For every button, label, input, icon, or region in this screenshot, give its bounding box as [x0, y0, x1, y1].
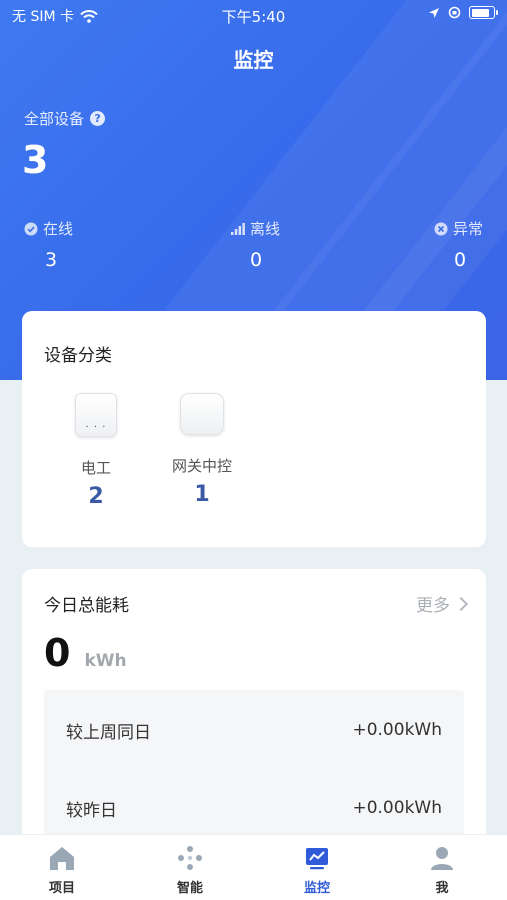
more-label: 更多 — [416, 596, 450, 616]
category-title: 设备分类 — [44, 346, 112, 366]
category-name: 网关中控 — [171, 457, 232, 475]
energy-title: 今日总能耗 — [44, 596, 129, 616]
help-icon[interactable]: ? — [90, 111, 106, 126]
tab-me[interactable]: 我 — [402, 843, 482, 896]
tab-label: 智能 — [176, 881, 203, 896]
online-label: 在线 — [43, 220, 74, 238]
energy-value: 0 — [44, 631, 71, 675]
error-circle-icon — [434, 222, 448, 235]
all-devices-label: 全部设备 — [24, 110, 85, 128]
category-name: 电工 — [80, 459, 111, 477]
chart-monitor-icon — [306, 848, 328, 870]
bottom-tab-bar: 项目 智能 监控 我 — [0, 834, 507, 900]
check-circle-icon — [24, 222, 38, 235]
category-count: 2 — [88, 484, 104, 509]
gateway-device-icon — [180, 393, 224, 435]
monitor-screen: 无 SIM 卡 下午5:40 监控 全部设备 ? 3 在线 3 离线 0 异常 … — [0, 0, 507, 900]
energy-unit: kWh — [84, 651, 127, 671]
signal-bars-icon — [231, 222, 245, 235]
all-devices-label-group: 全部设备 ? — [24, 108, 106, 129]
status-right-group — [428, 6, 498, 19]
tab-smart[interactable]: 智能 — [150, 843, 230, 896]
switch-device-icon — [75, 393, 117, 437]
battery-icon — [469, 6, 498, 19]
offline-count: 0 — [250, 249, 263, 271]
abnormal-count: 0 — [454, 249, 467, 271]
energy-total: 0 kWh — [44, 631, 127, 675]
home-icon — [50, 847, 74, 870]
abnormal-stat[interactable]: 异常 0 — [434, 218, 483, 271]
offline-label: 离线 — [250, 220, 281, 238]
smart-dots-icon — [178, 846, 202, 870]
category-item-gateway[interactable]: 网关中控 1 — [152, 393, 252, 507]
chevron-right-icon — [453, 596, 469, 611]
compare-label: 较上周同日 — [66, 722, 151, 743]
category-count: 1 — [194, 482, 210, 507]
compare-label: 较昨日 — [66, 800, 117, 821]
tab-label: 监控 — [303, 881, 330, 896]
more-link[interactable]: 更多 — [416, 591, 469, 616]
compare-value: +0.00kWh — [352, 798, 442, 818]
status-bar: 无 SIM 卡 下午5:40 — [0, 0, 507, 30]
online-count: 3 — [45, 249, 58, 271]
all-devices-count: 3 — [22, 138, 49, 182]
compare-row: 较昨日 +0.00kWh — [66, 793, 442, 823]
location-arrow-icon — [429, 7, 439, 18]
tab-label: 我 — [435, 881, 449, 896]
compare-row: 较上周同日 +0.00kWh — [66, 715, 442, 745]
tab-label: 项目 — [48, 881, 75, 896]
tab-monitor[interactable]: 监控 — [277, 843, 357, 896]
online-stat[interactable]: 在线 3 — [24, 218, 73, 271]
category-item-electrician[interactable]: 电工 2 — [46, 393, 146, 509]
compare-value: +0.00kWh — [352, 720, 442, 740]
offline-stat[interactable]: 离线 0 — [231, 218, 280, 271]
device-category-card: 设备分类 电工 2 网关中控 1 — [22, 311, 486, 547]
abnormal-label: 异常 — [453, 220, 484, 238]
page-title: 监控 — [233, 48, 274, 72]
user-icon — [431, 847, 453, 870]
rotation-lock-icon — [448, 6, 461, 19]
tab-project[interactable]: 项目 — [22, 843, 102, 896]
